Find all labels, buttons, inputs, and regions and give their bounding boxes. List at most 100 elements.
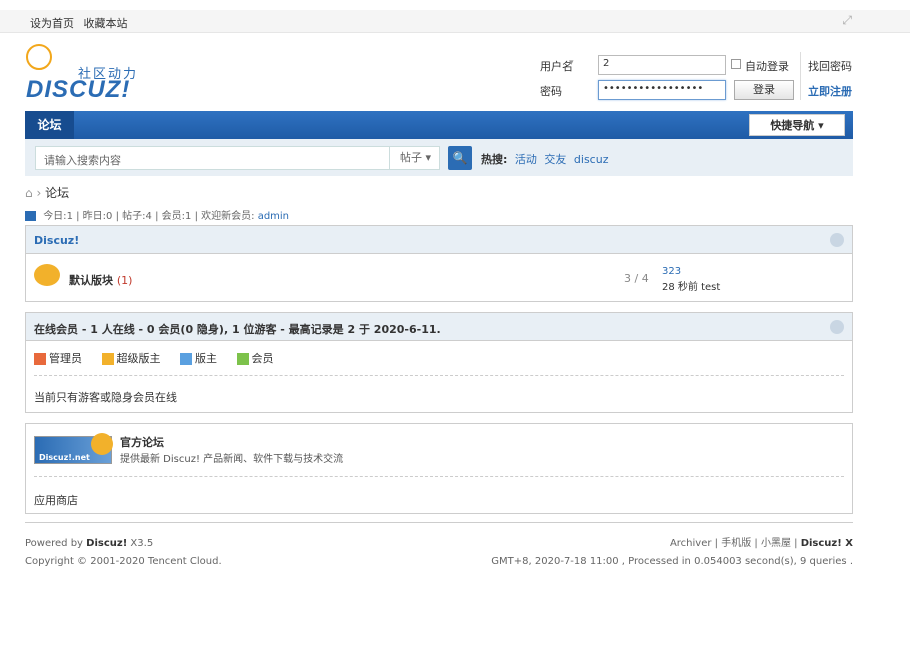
bookmark-link[interactable]: 收藏本站: [84, 17, 128, 30]
legend-mod: 版主: [180, 352, 217, 365]
members-count: 1: [185, 211, 192, 222]
forum-new-count: (1): [116, 274, 133, 287]
footer-links: Archiver | 手机版 | 小黑屋 | Discuz! X: [669, 538, 853, 549]
member-icon: [236, 353, 249, 365]
online-header[interactable]: 在线会员 - 1 人在线 - 0 会员(0 隐身), 1 位游客 - 最高记录是…: [26, 313, 852, 341]
forum-threads-posts: 3 / 4: [624, 272, 649, 285]
last-post-link[interactable]: 323: [662, 264, 720, 280]
logo-ball-icon: [91, 433, 113, 455]
search-icon[interactable]: 🔍: [448, 146, 472, 170]
tab-forum[interactable]: 论坛: [25, 111, 74, 139]
username-dropdown-icon[interactable]: ▾: [569, 58, 574, 68]
forum-bubble-icon: [34, 264, 60, 286]
yesterday-label: 昨日:: [82, 211, 107, 222]
stats-chart-icon: [25, 211, 36, 221]
powered-by: Powered by Discuz! X3.5: [25, 535, 222, 553]
last-post-info: 28 秒前 test: [662, 282, 721, 293]
legend-super-mod: 超级版主: [101, 352, 161, 365]
blackroom-link[interactable]: 小黑屋: [761, 538, 791, 549]
yesterday-count: 0: [106, 211, 113, 222]
collapse-icon[interactable]: [830, 233, 844, 247]
search-placeholder: 请输入搜索内容: [44, 154, 121, 167]
logo-brand: DISCUZ!: [26, 76, 131, 103]
search-bar: 请输入搜索内容 帖子 ▾ 🔍 热搜: 活动 交友 discuz: [25, 139, 853, 176]
register-link[interactable]: 立即注册: [808, 83, 852, 99]
archiver-link[interactable]: Archiver: [670, 538, 712, 549]
mobile-link[interactable]: 手机版: [721, 538, 751, 549]
nav-bar: 论坛 快捷导航 ▾: [25, 111, 853, 139]
footer-time: GMT+8, 2020-7-18 11:00 , Processed in 0.…: [491, 556, 853, 567]
search-type-select[interactable]: 帖子 ▾: [389, 147, 441, 169]
find-password-link[interactable]: 找回密码: [808, 58, 852, 74]
legend-admin-label: 管理员: [49, 352, 82, 365]
set-home-link[interactable]: 设为首页: [30, 17, 74, 30]
login-divider: [800, 52, 801, 100]
members-label: 会员:: [161, 211, 186, 222]
site-logo[interactable]: 社区动力 DISCUZ!: [26, 44, 146, 103]
new-member-link[interactable]: admin: [258, 211, 289, 222]
forum-name[interactable]: 默认版块 (1): [69, 272, 132, 288]
auto-login-checkbox[interactable]: [731, 59, 741, 69]
collapse-icon[interactable]: [830, 320, 844, 334]
footer-right: Archiver | 手机版 | 小黑屋 | Discuz! X GMT+8, …: [491, 535, 853, 571]
copyright: Copyright © 2001-2020 Tencent Cloud.: [25, 556, 222, 567]
friend-links: Discuz!.net 官方论坛 提供最新 Discuz! 产品新闻、软件下载与…: [25, 423, 853, 514]
breadcrumb-separator: ›: [36, 186, 42, 200]
category-header[interactable]: Discuz!: [26, 226, 852, 254]
hot-item-discuz[interactable]: discuz: [574, 153, 609, 166]
logo-text: Discuz!.net: [39, 453, 90, 462]
hot-search: 热搜: 活动 交友 discuz: [481, 151, 608, 167]
hot-item-activity[interactable]: 活动: [515, 153, 537, 166]
legend-admin: 管理员: [34, 352, 82, 365]
bulb-icon: [26, 44, 52, 70]
app-store-link[interactable]: 应用商店: [34, 492, 78, 508]
password-label: 密码: [540, 85, 562, 98]
hot-search-label: 热搜:: [481, 153, 508, 166]
discuz-x-link[interactable]: Discuz! X: [801, 538, 853, 549]
auto-login-label: 自动登录: [745, 60, 789, 73]
legend-super-mod-label: 超级版主: [116, 352, 161, 365]
online-status: 当前只有游客或隐身会员在线: [34, 391, 177, 404]
username-field[interactable]: 2: [598, 55, 726, 75]
login-form: 用户名 ▾ 2 自动登录 找回密码 密码 ••••••••••••••••• 登…: [520, 52, 860, 102]
search-input[interactable]: 请输入搜索内容 帖子 ▾: [35, 146, 440, 170]
forum-category: Discuz! 默认版块 (1) 3 / 4 323 28 秒前 test: [25, 225, 853, 302]
official-forum-desc: 提供最新 Discuz! 产品新闻、软件下载与技术交流: [120, 454, 344, 465]
today-count: 1: [66, 211, 73, 222]
top-links: 设为首页 收藏本站: [30, 15, 134, 31]
powered-brand[interactable]: Discuz!: [86, 538, 127, 549]
official-forum-title[interactable]: 官方论坛: [120, 434, 164, 450]
forum-stats: 今日:1 | 昨日:0 | 帖子:4 | 会员:1 | 欢迎新会员: admin: [25, 207, 289, 222]
discuz-net-logo[interactable]: Discuz!.net: [34, 433, 113, 464]
login-button[interactable]: 登录: [734, 80, 794, 100]
posts-label: 帖子:: [122, 211, 146, 222]
forum-name-text[interactable]: 默认版块: [69, 274, 113, 287]
top-bar: 设为首页 收藏本站 ⤢: [0, 10, 910, 33]
legend-member: 会员: [236, 352, 274, 365]
divider: [34, 375, 844, 376]
legend-member-label: 会员: [251, 352, 274, 365]
footer: Powered by Discuz! X3.5 Copyright © 2001…: [25, 522, 853, 567]
admin-icon: [34, 353, 46, 365]
expand-icon[interactable]: ⤢: [842, 13, 852, 28]
password-field[interactable]: •••••••••••••••••: [598, 80, 726, 100]
forum-last-post: 323 28 秒前 test: [662, 264, 720, 296]
powered-prefix: Powered by: [25, 538, 87, 549]
welcome-label: 欢迎新会员:: [201, 211, 255, 222]
mod-icon: [180, 353, 192, 365]
powered-version: X3.5: [127, 538, 154, 549]
breadcrumb-current[interactable]: 论坛: [45, 186, 69, 200]
search-type-label: 帖子: [400, 151, 422, 164]
super-mod-icon: [101, 353, 114, 365]
quick-nav-button[interactable]: 快捷导航 ▾: [749, 114, 845, 136]
category-title[interactable]: Discuz!: [34, 234, 79, 247]
legend-mod-label: 版主: [195, 352, 217, 365]
today-label: 今日:: [43, 211, 67, 222]
breadcrumb: ⌂ › 论坛: [25, 184, 69, 201]
home-icon[interactable]: ⌂: [25, 186, 33, 200]
posts-count: 4: [145, 211, 152, 222]
member-legend: 管理员 超级版主 版主 会员: [34, 350, 290, 366]
footer-left: Powered by Discuz! X3.5 Copyright © 2001…: [25, 535, 222, 571]
online-members: 在线会员 - 1 人在线 - 0 会员(0 隐身), 1 位游客 - 最高记录是…: [25, 312, 853, 413]
hot-item-dating[interactable]: 交友: [544, 153, 566, 166]
